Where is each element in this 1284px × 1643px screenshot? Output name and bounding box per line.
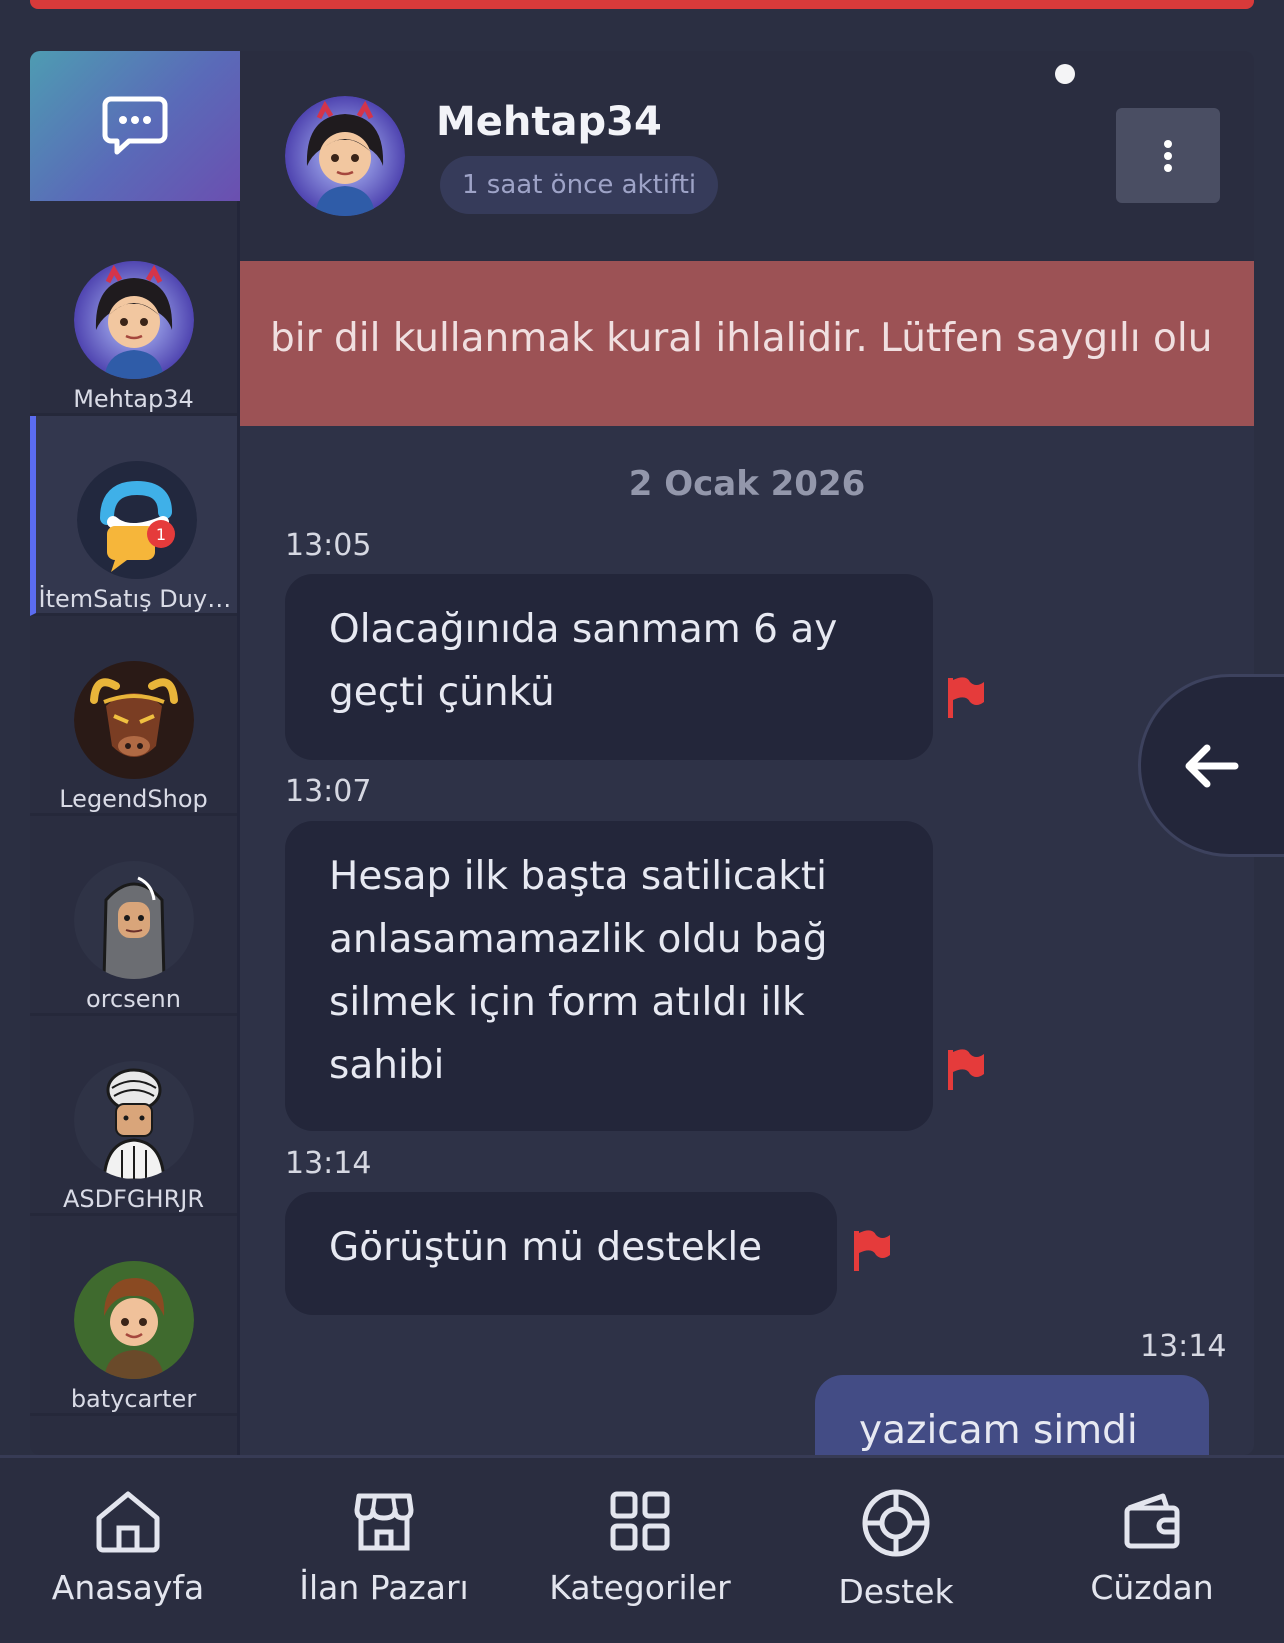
more-vertical-icon (1164, 139, 1172, 172)
last-active-status: 1 saat önce aktifti (440, 156, 719, 214)
message-time: 13:14 (1140, 1329, 1227, 1364)
contact-name: batycarter (70, 1385, 197, 1413)
contact-name: LegendShop (59, 785, 208, 813)
contact-item-orcsenn[interactable]: orcsenn (30, 816, 237, 1016)
warning-text: bir dil kullanmak kural ihlalidir. Lütfe… (270, 316, 1213, 361)
message-time: 13:14 (285, 1146, 372, 1181)
nav-item-home[interactable]: Anasayfa (0, 1458, 256, 1643)
nav-item-marketplace[interactable]: İlan Pazarı (256, 1458, 512, 1643)
contact-item-itemsatis[interactable]: 1 İtemSatış Duyu... (30, 416, 237, 616)
contact-name: Mehtap34 (436, 99, 662, 145)
bottom-navigation: Anasayfa İlan Pazarı Kategoriler Destek (0, 1455, 1284, 1640)
message-bubble[interactable]: Hesap ilk başta satilicakti anlasamamazl… (285, 821, 933, 1131)
contact-avatar[interactable] (285, 96, 405, 216)
nav-label: Kategoriler (549, 1568, 731, 1607)
home-icon (96, 1491, 160, 1553)
own-message-bubble[interactable]: yazicam simdi (815, 1375, 1209, 1455)
report-flag-icon[interactable] (946, 1048, 986, 1092)
date-separator: 2 Ocak 2026 (628, 464, 866, 504)
avatar (73, 861, 194, 980)
chats-tab-button[interactable] (30, 51, 240, 201)
nav-label: Cüzdan (1090, 1568, 1214, 1607)
lifebuoy-icon (862, 1489, 930, 1557)
contact-item-asdfghrjr[interactable]: ASDFGHRJR (30, 1016, 237, 1216)
store-icon (354, 1493, 414, 1551)
avatar (73, 1261, 194, 1380)
message-time: 13:05 (285, 528, 372, 563)
more-options-button[interactable] (1116, 108, 1220, 203)
contacts-sidebar: Mehtap34 1 İtemSatış Duyu... LegendShop … (30, 51, 240, 1455)
contact-name: orcsenn (86, 985, 181, 1013)
top-alert-bar (30, 0, 1254, 9)
chat-header: Mehtap34 1 saat önce aktifti (240, 51, 1254, 261)
report-flag-icon[interactable] (946, 676, 986, 720)
contact-item-legendshop[interactable]: LegendShop (30, 616, 237, 816)
contact-name: ASDFGHRJR (62, 1185, 204, 1213)
nav-item-categories[interactable]: Kategoriler (512, 1458, 768, 1643)
report-flag-icon[interactable] (852, 1229, 892, 1273)
rules-warning-banner: bir dil kullanmak kural ihlalidir. Lütfe… (240, 261, 1254, 426)
message-bubble[interactable]: Görüştün mü destekle (285, 1192, 837, 1315)
nav-item-support[interactable]: Destek (768, 1458, 1024, 1643)
avatar (73, 1061, 194, 1180)
grid-icon (610, 1491, 670, 1551)
wallet-icon (1124, 1493, 1180, 1549)
nav-label: İlan Pazarı (299, 1568, 469, 1607)
contact-item-batycarter[interactable]: batycarter (30, 1216, 237, 1416)
avatar (73, 261, 194, 380)
contact-name: İtemSatış Duyu... (38, 585, 235, 613)
nav-label: Destek (838, 1572, 954, 1611)
chat-panel: Mehtap34 1 İtemSatış Duyu... LegendShop … (30, 51, 1254, 1455)
avatar (73, 661, 194, 780)
message-time: 13:07 (285, 774, 372, 809)
notification-badge: 1 (155, 525, 165, 544)
status-dot (1055, 64, 1075, 84)
nav-item-wallet[interactable]: Cüzdan (1024, 1458, 1280, 1643)
contact-name: Mehtap34 (73, 385, 194, 413)
contact-item-mehtap34[interactable]: Mehtap34 (30, 216, 237, 416)
arrow-left-icon (1185, 744, 1239, 787)
chat-bubble-icon (102, 96, 168, 155)
message-bubble[interactable]: Olacağınıda sanmam 6 ay geçti çünkü (285, 574, 933, 760)
nav-label: Anasayfa (51, 1568, 205, 1607)
avatar: 1 (76, 461, 197, 580)
